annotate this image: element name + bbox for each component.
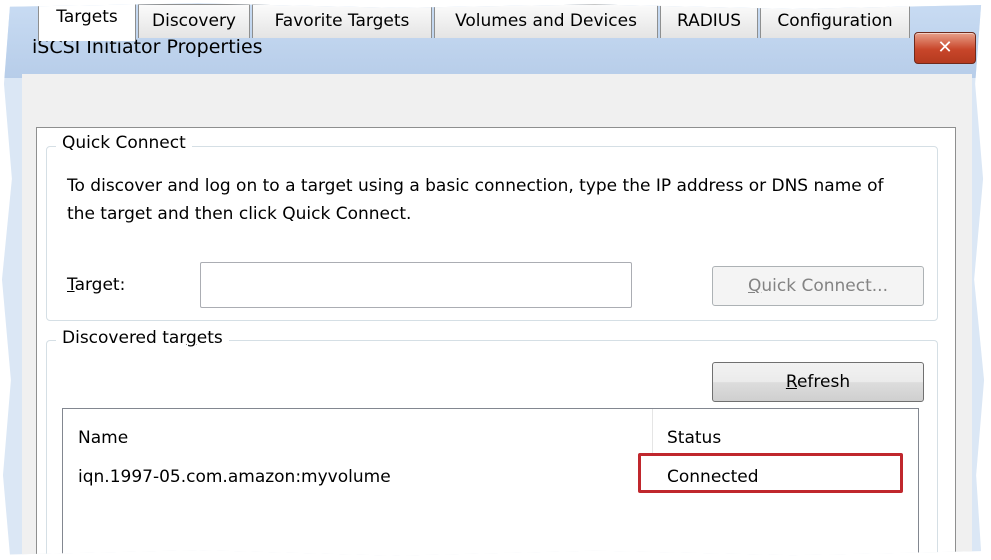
status-highlight-annotation bbox=[638, 453, 903, 493]
tab-label: Targets bbox=[56, 7, 118, 27]
discovered-targets-legend: Discovered targets bbox=[56, 328, 229, 348]
tab-favorite-targets[interactable]: Favorite Targets bbox=[252, 4, 432, 38]
tab-label: Configuration bbox=[777, 11, 893, 31]
quick-connect-button[interactable]: Quick Connect... bbox=[712, 266, 924, 306]
target-label: Target: bbox=[67, 275, 125, 295]
quick-connect-mnemonic: Q bbox=[748, 276, 762, 296]
tab-label: Volumes and Devices bbox=[455, 11, 637, 31]
refresh-button[interactable]: Refresh bbox=[712, 362, 924, 402]
tab-label: Favorite Targets bbox=[274, 11, 410, 31]
tab-radius[interactable]: RADIUS bbox=[660, 4, 758, 38]
target-label-text: arget: bbox=[74, 275, 126, 295]
quick-connect-legend: Quick Connect bbox=[56, 133, 192, 153]
tab-targets[interactable]: Targets bbox=[38, 3, 136, 41]
list-header: Name Status bbox=[63, 409, 918, 457]
tab-label: RADIUS bbox=[676, 11, 742, 31]
tab-discovery[interactable]: Discovery bbox=[138, 4, 250, 38]
target-label-mnemonic: T bbox=[67, 275, 75, 295]
dialog-window: iSCSI Initiator Properties ✕ Targets Dis… bbox=[1, 3, 985, 556]
tab-volumes-and-devices[interactable]: Volumes and Devices bbox=[434, 4, 658, 38]
target-name-cell: iqn.1997-05.com.amazon:myvolume bbox=[78, 467, 391, 487]
close-button[interactable]: ✕ bbox=[914, 32, 976, 64]
tab-configuration[interactable]: Configuration bbox=[760, 4, 910, 38]
close-icon: ✕ bbox=[937, 37, 953, 58]
column-header-name[interactable]: Name bbox=[63, 409, 653, 457]
target-input[interactable] bbox=[200, 262, 632, 308]
tab-label: Discovery bbox=[152, 11, 236, 31]
column-header-status[interactable]: Status bbox=[652, 409, 917, 457]
refresh-label: efresh bbox=[796, 372, 851, 392]
legend-mnemonic: g bbox=[185, 328, 197, 348]
quick-connect-label: uick Connect... bbox=[761, 276, 888, 296]
legend-text-start: Discovered tar bbox=[62, 328, 186, 348]
quick-connect-description: To discover and log on to a target using… bbox=[67, 176, 884, 224]
refresh-mnemonic: R bbox=[785, 372, 797, 392]
legend-text-end: ets bbox=[196, 328, 223, 348]
